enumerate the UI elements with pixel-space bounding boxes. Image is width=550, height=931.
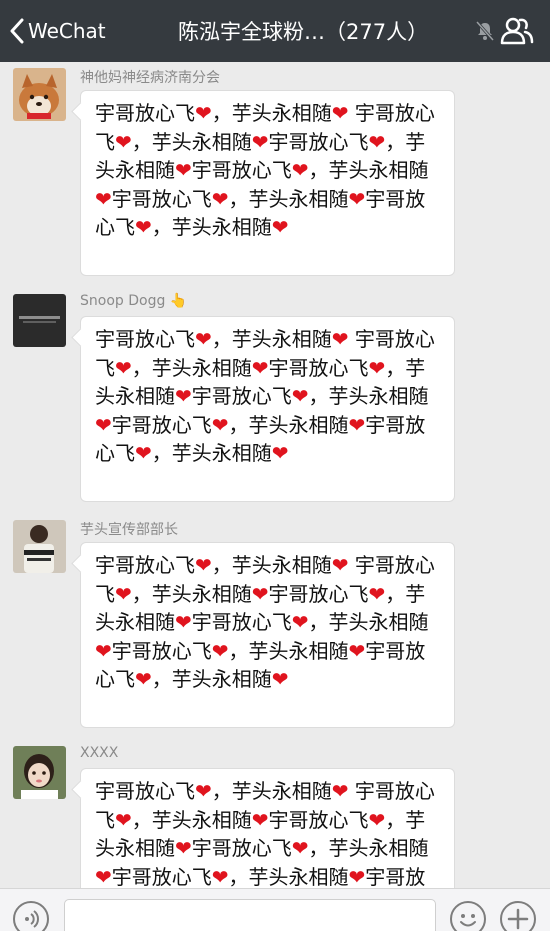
heart-emoji: ❤ bbox=[135, 215, 152, 239]
group-members-icon[interactable] bbox=[500, 17, 534, 49]
message-bubble[interactable]: 宇哥放心飞❤，芋头永相随❤ 宇哥放心飞❤，芋头永相随❤宇哥放心飞❤，芋头永相随❤… bbox=[80, 768, 455, 888]
heart-emoji: ❤ bbox=[175, 384, 192, 408]
heart-emoji: ❤ bbox=[291, 384, 309, 408]
emoji-button[interactable] bbox=[450, 901, 486, 931]
heart-emoji: ❤ bbox=[115, 129, 132, 154]
heart-emoji: ❤ bbox=[195, 553, 212, 577]
heart-emoji: ❤ bbox=[195, 327, 212, 351]
input-bar bbox=[0, 888, 550, 931]
heart-emoji: ❤ bbox=[348, 638, 366, 663]
heart-emoji: ❤ bbox=[331, 553, 349, 577]
heart-emoji: ❤ bbox=[291, 610, 309, 634]
avatar[interactable] bbox=[13, 520, 66, 573]
heart-emoji: ❤ bbox=[95, 638, 112, 663]
avatar[interactable] bbox=[13, 746, 66, 799]
navigation-bar: WeChat 陈泓宇全球粉…（277人） bbox=[0, 0, 550, 62]
sender-name: XXXX bbox=[80, 745, 119, 761]
heart-emoji: ❤ bbox=[115, 807, 132, 832]
heart-emoji: ❤ bbox=[368, 807, 386, 832]
back-label: WeChat bbox=[28, 19, 106, 43]
heart-emoji: ❤ bbox=[135, 667, 152, 691]
avatar[interactable] bbox=[13, 294, 66, 347]
heart-emoji: ❤ bbox=[348, 186, 366, 211]
message-bubble[interactable]: 宇哥放心飞❤，芋头永相随❤ 宇哥放心飞❤，芋头永相随❤宇哥放心飞❤，芋头永相随❤… bbox=[80, 90, 455, 276]
heart-emoji: ❤ bbox=[115, 355, 132, 380]
heart-emoji: ❤ bbox=[211, 412, 229, 437]
heart-emoji: ❤ bbox=[251, 129, 269, 154]
heart-emoji: ❤ bbox=[348, 864, 366, 889]
message-bubble[interactable]: 宇哥放心飞❤，芋头永相随❤ 宇哥放心飞❤，芋头永相随❤宇哥放心飞❤，芋头永相随❤… bbox=[80, 542, 455, 728]
heart-emoji: ❤ bbox=[211, 638, 229, 663]
heart-emoji: ❤ bbox=[348, 412, 366, 437]
heart-emoji: ❤ bbox=[251, 581, 269, 606]
heart-emoji: ❤ bbox=[175, 836, 192, 860]
more-button[interactable] bbox=[500, 901, 536, 931]
heart-emoji: ❤ bbox=[331, 779, 349, 803]
heart-emoji: ❤ bbox=[95, 412, 112, 437]
heart-emoji: ❤ bbox=[368, 581, 386, 606]
heart-emoji: ❤ bbox=[331, 101, 349, 125]
heart-emoji: ❤ bbox=[135, 441, 152, 465]
back-button[interactable]: WeChat bbox=[10, 14, 106, 48]
heart-emoji: ❤ bbox=[368, 129, 386, 154]
heart-emoji: ❤ bbox=[291, 836, 309, 860]
heart-emoji: ❤ bbox=[271, 441, 289, 465]
wechat-group-chat-screen: WeChat 陈泓宇全球粉…（277人） 神他妈神经病济南分会 宇哥放心飞❤，芋… bbox=[0, 0, 550, 931]
heart-emoji: ❤ bbox=[211, 864, 229, 889]
heart-emoji: ❤ bbox=[95, 864, 112, 889]
avatar[interactable] bbox=[13, 68, 66, 121]
sender-name: Snoop Dogg 👆 bbox=[80, 293, 188, 309]
heart-emoji: ❤ bbox=[175, 610, 192, 634]
heart-emoji: ❤ bbox=[331, 327, 349, 351]
message-list[interactable]: 神他妈神经病济南分会 宇哥放心飞❤，芋头永相随❤ 宇哥放心飞❤，芋头永相随❤宇哥… bbox=[0, 62, 550, 888]
heart-emoji: ❤ bbox=[115, 581, 132, 606]
chevron-left-icon bbox=[10, 18, 24, 44]
chat-title: 陈泓宇全球粉…（277人） bbox=[178, 20, 429, 44]
heart-emoji: ❤ bbox=[175, 158, 192, 182]
heart-emoji: ❤ bbox=[291, 158, 309, 182]
heart-emoji: ❤ bbox=[271, 215, 289, 239]
message-input[interactable] bbox=[64, 899, 436, 931]
heart-emoji: ❤ bbox=[95, 186, 112, 211]
heart-emoji: ❤ bbox=[195, 779, 212, 803]
heart-emoji: ❤ bbox=[195, 101, 212, 125]
heart-emoji: ❤ bbox=[251, 807, 269, 832]
sender-name: 芋头宣传部部长 bbox=[80, 522, 178, 538]
heart-emoji: ❤ bbox=[271, 667, 289, 691]
heart-emoji: ❤ bbox=[251, 355, 269, 380]
bell-muted-icon bbox=[475, 21, 495, 45]
sender-name: 神他妈神经病济南分会 bbox=[80, 70, 220, 86]
voice-button[interactable] bbox=[13, 901, 49, 931]
heart-emoji: ❤ bbox=[211, 186, 229, 211]
message-bubble[interactable]: 宇哥放心飞❤，芋头永相随❤ 宇哥放心飞❤，芋头永相随❤宇哥放心飞❤，芋头永相随❤… bbox=[80, 316, 455, 502]
heart-emoji: ❤ bbox=[368, 355, 386, 380]
